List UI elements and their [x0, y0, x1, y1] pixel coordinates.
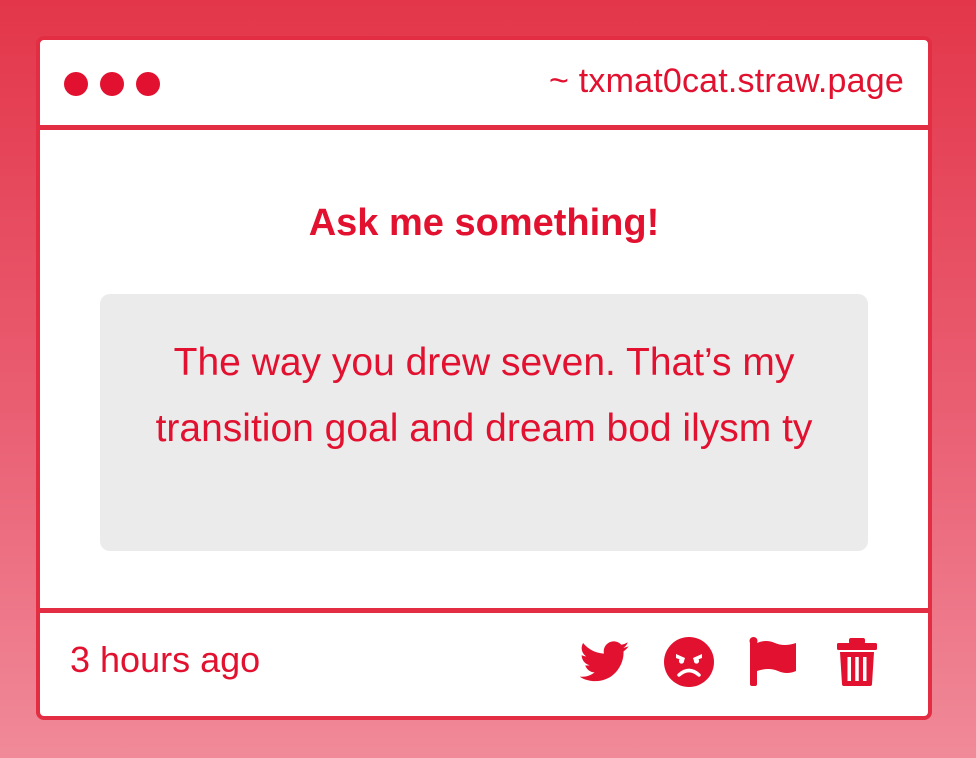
timestamp: 3 hours ago — [70, 639, 261, 680]
flag-icon — [749, 637, 796, 686]
window-dot-2 — [100, 72, 124, 96]
delete-button[interactable] — [830, 635, 884, 689]
question-text: The way you drew seven. That’s my transi… — [100, 294, 868, 551]
page-title: Ask me something! — [308, 202, 660, 244]
question-card: Ask me something! The way you drew seven… — [40, 130, 928, 610]
angry-face-icon — [664, 637, 714, 687]
browser-window: ~ txmat0cat.straw.page Ask me something!… — [36, 36, 932, 720]
card-footer: 3 hours ago — [40, 608, 928, 716]
twitter-icon — [580, 641, 630, 682]
window-dot-1 — [64, 72, 88, 96]
page-url[interactable]: ~ txmat0cat.straw.page — [549, 62, 904, 101]
block-button[interactable] — [662, 635, 716, 689]
report-button[interactable] — [746, 635, 800, 689]
window-controls — [64, 72, 160, 96]
window-dot-3 — [136, 72, 160, 96]
title-bar: ~ txmat0cat.straw.page — [40, 40, 928, 130]
trash-icon — [837, 638, 877, 686]
share-twitter-button[interactable] — [578, 635, 632, 689]
action-bar — [578, 635, 884, 689]
